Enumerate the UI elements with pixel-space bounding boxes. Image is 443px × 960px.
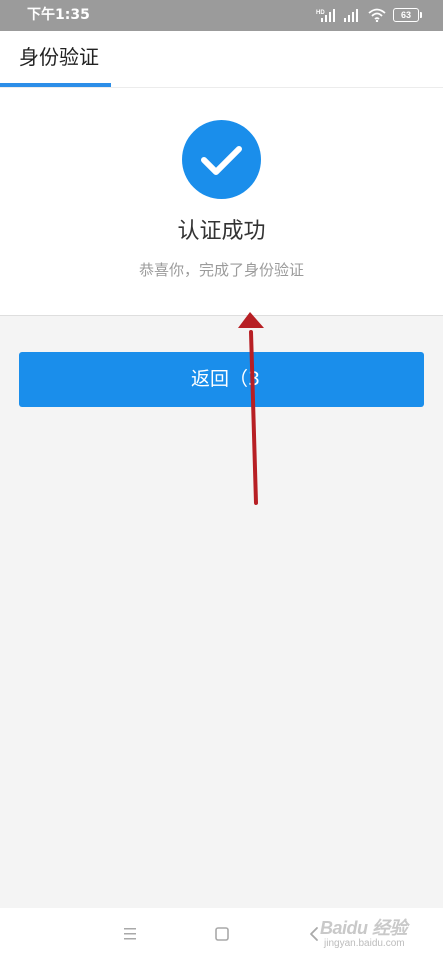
back-button[interactable]: 返回（3	[19, 352, 424, 407]
status-icons: HD 63	[316, 7, 422, 23]
result-card: 认证成功 恭喜你，完成了身份验证	[0, 88, 443, 316]
battery-icon: 63	[393, 8, 422, 22]
watermark-brand: Baidu 经验	[320, 918, 408, 938]
svg-text:HD: HD	[316, 10, 325, 16]
check-circle-icon	[182, 120, 261, 199]
home-icon[interactable]	[210, 922, 234, 946]
result-title: 认证成功	[177, 219, 266, 244]
wifi-icon	[368, 8, 386, 22]
app-header: 身份验证	[0, 31, 443, 88]
status-bar: 下午1:35 HD 63	[0, 0, 443, 31]
watermark-url: jingyan.baidu.com	[324, 938, 405, 949]
status-time: 下午1:35	[27, 7, 90, 23]
hd-signal-icon: HD	[316, 9, 335, 22]
active-tab-indicator	[0, 83, 111, 87]
result-subtitle: 恭喜你，完成了身份验证	[138, 261, 304, 279]
page-title[interactable]: 身份验证	[19, 44, 99, 70]
menu-icon[interactable]	[118, 922, 142, 946]
baidu-jingyan-watermark: Baidu 经验 jingyan.baidu.com	[320, 906, 440, 956]
signal-icon	[344, 9, 358, 22]
